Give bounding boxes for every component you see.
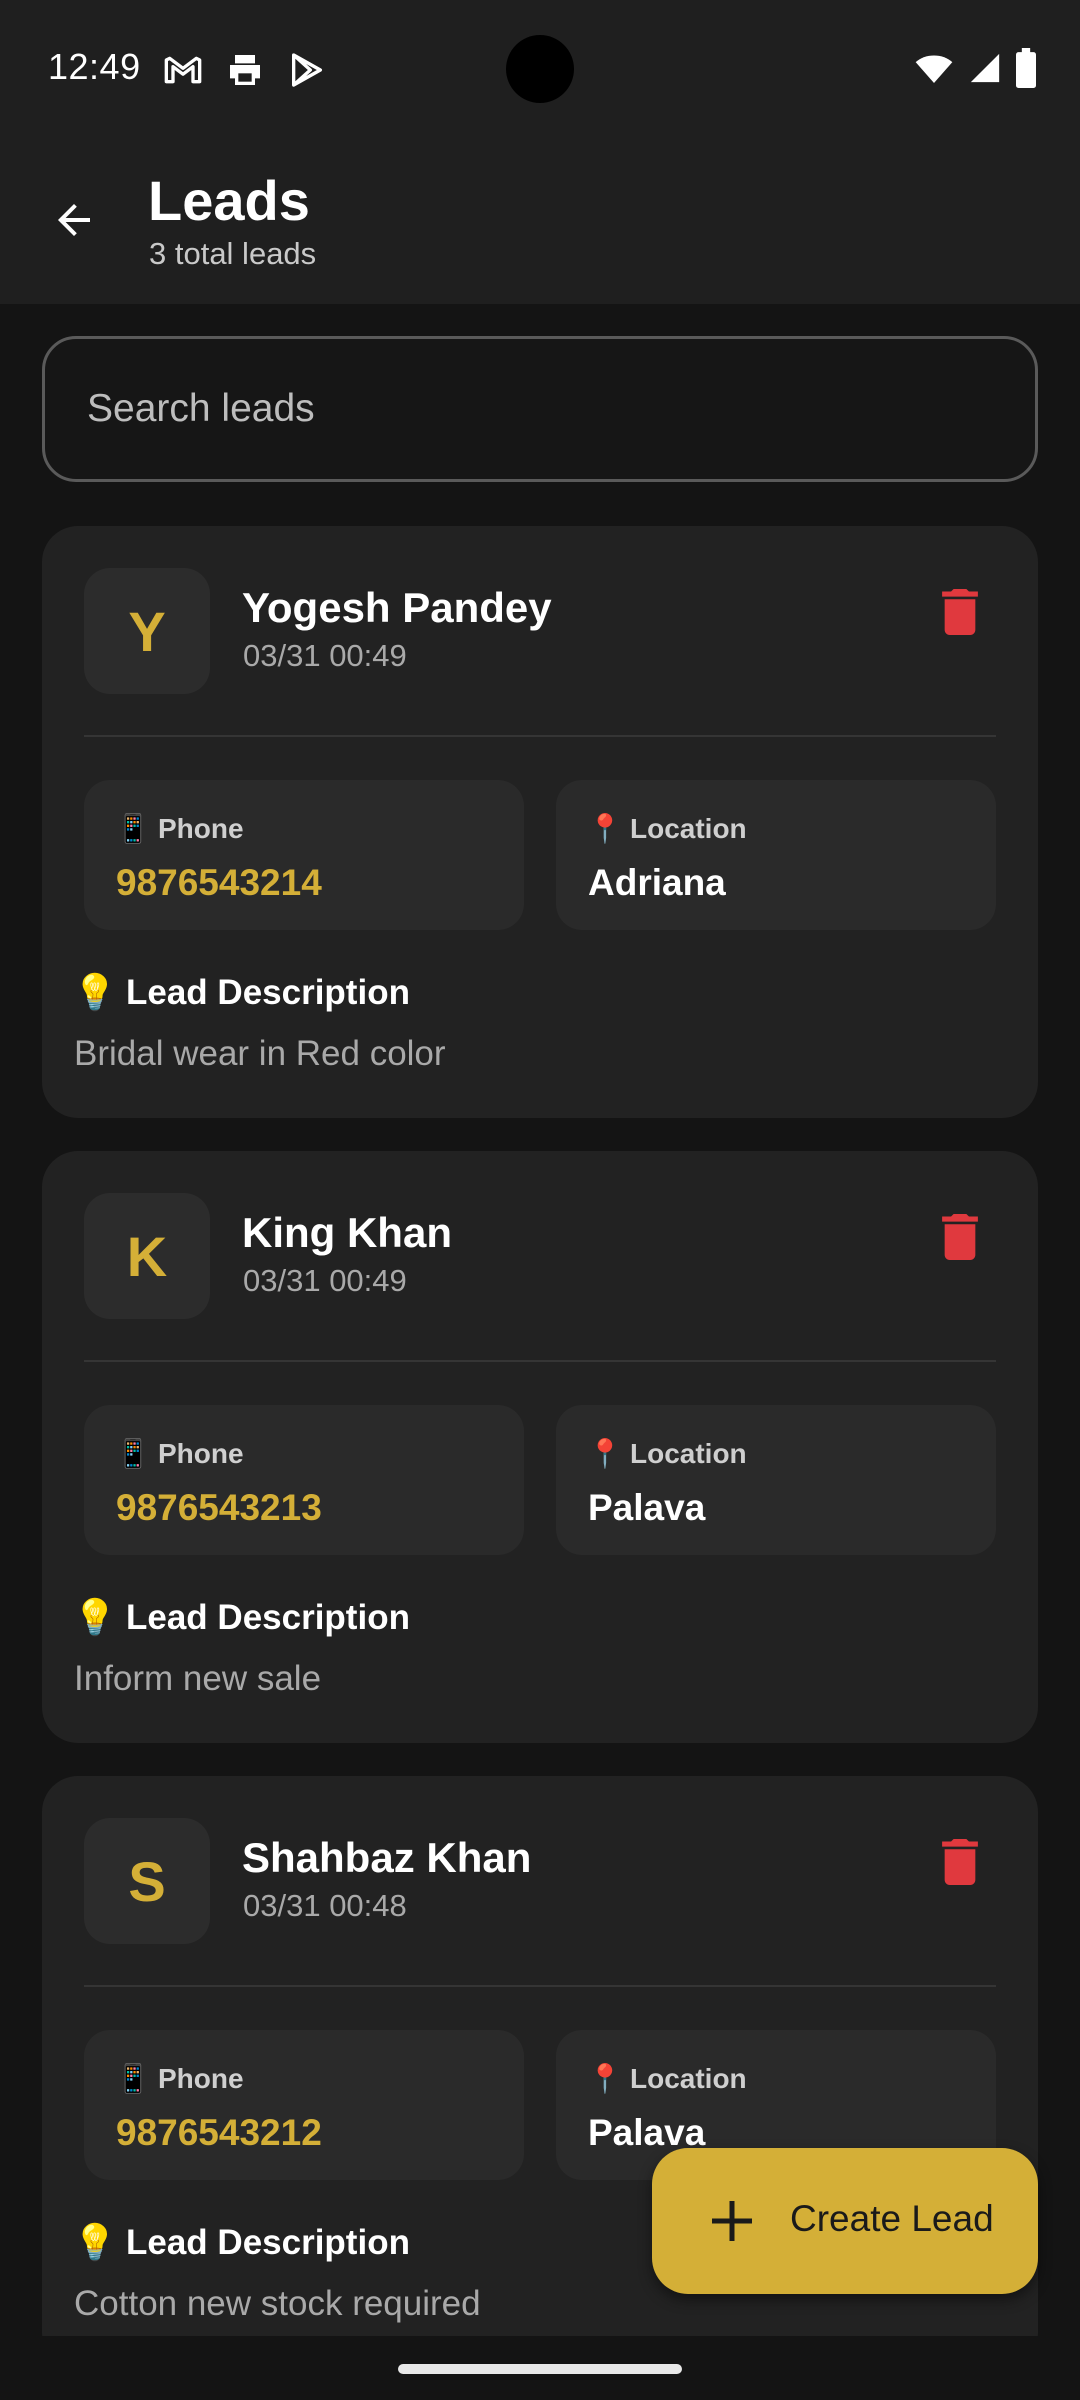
description-title: 💡 Lead Description xyxy=(73,972,410,1013)
lead-date: 03/31 00:49 xyxy=(243,1263,407,1298)
location-value: Adriana xyxy=(588,862,726,903)
signal-icon xyxy=(970,53,1000,83)
app-bar: Leads 3 total leads xyxy=(0,136,1080,304)
description-text: Inform new sale xyxy=(74,1659,322,1698)
phone-label: 📱 Phone xyxy=(116,1437,244,1470)
phone-label-text: Phone xyxy=(158,1437,244,1469)
notification-icons xyxy=(163,50,327,90)
description-title-text: Lead Description xyxy=(126,972,410,1012)
phone-value[interactable]: 9876543212 xyxy=(116,2112,322,2154)
gmail-icon xyxy=(164,56,202,84)
leads-list[interactable]: Y Yogesh Pandey 03/31 00:49 📱 Phone 9876… xyxy=(42,526,1038,2336)
phone-box[interactable]: 📱 Phone 9876543214 xyxy=(84,780,524,930)
plus-icon xyxy=(712,2201,752,2241)
camera-cutout xyxy=(506,35,574,103)
location-pin-icon: 📍 xyxy=(587,1438,623,1469)
lead-date: 03/31 00:49 xyxy=(243,638,407,673)
phone-icon: 📱 xyxy=(115,2063,151,2094)
phone-label-text: Phone xyxy=(158,812,244,844)
lead-name: King Khan xyxy=(242,1209,452,1256)
location-box: 📍 Location Palava xyxy=(556,1405,996,1555)
divider xyxy=(84,735,996,737)
location-box: 📍 Location Adriana xyxy=(556,780,996,930)
page-title: Leads xyxy=(148,169,310,232)
gesture-navigation-bar[interactable] xyxy=(398,2364,682,2374)
system-icons xyxy=(914,48,1036,88)
location-label: 📍 Location xyxy=(588,1437,747,1470)
divider xyxy=(84,1985,996,1987)
delete-button[interactable] xyxy=(930,1832,990,1892)
avatar: K xyxy=(84,1193,210,1319)
location-label-text: Location xyxy=(630,812,747,844)
location-label: 📍 Location xyxy=(588,2062,747,2095)
description-title-text: Lead Description xyxy=(126,1597,410,1637)
phone-icon: 📱 xyxy=(115,813,151,844)
create-lead-button[interactable]: Create Lead xyxy=(652,2148,1038,2294)
trash-icon xyxy=(942,1839,978,1885)
avatar: Y xyxy=(84,568,210,694)
lead-count: 3 total leads xyxy=(149,236,317,271)
phone-value[interactable]: 9876543214 xyxy=(116,862,322,904)
phone-box[interactable]: 📱 Phone 9876543212 xyxy=(84,2030,524,2180)
phone-label: 📱 Phone xyxy=(116,2062,244,2095)
delete-button[interactable] xyxy=(930,1207,990,1267)
play-store-icon xyxy=(292,53,322,87)
phone-box[interactable]: 📱 Phone 9876543213 xyxy=(84,1405,524,1555)
phone-icon: 📱 xyxy=(115,1438,151,1469)
lead-name: Shahbaz Khan xyxy=(242,1834,532,1881)
battery-icon xyxy=(1016,48,1036,88)
phone-label-text: Phone xyxy=(158,2062,244,2094)
lightbulb-icon: 💡 xyxy=(73,2223,117,2262)
lead-name: Yogesh Pandey xyxy=(242,584,552,631)
status-bar: 12:49 xyxy=(0,0,1080,136)
description-text: Bridal wear in Red color xyxy=(74,1034,446,1073)
back-button[interactable] xyxy=(38,184,110,256)
create-lead-label: Create Lead xyxy=(790,2198,994,2239)
description-title: 💡 Lead Description xyxy=(73,1597,410,1638)
lightbulb-icon: 💡 xyxy=(73,973,117,1012)
print-icon xyxy=(230,55,260,85)
location-pin-icon: 📍 xyxy=(587,2063,623,2094)
location-label-text: Location xyxy=(630,1437,747,1469)
location-label-text: Location xyxy=(630,2062,747,2094)
lead-card[interactable]: Y Yogesh Pandey 03/31 00:49 📱 Phone 9876… xyxy=(42,526,1038,1118)
wifi-icon xyxy=(915,55,953,83)
location-pin-icon: 📍 xyxy=(587,813,623,844)
status-time: 12:49 xyxy=(48,46,141,87)
location-label: 📍 Location xyxy=(588,812,747,845)
avatar: S xyxy=(84,1818,210,1944)
lightbulb-icon: 💡 xyxy=(73,1598,117,1637)
phone-label: 📱 Phone xyxy=(116,812,244,845)
description-title-text: Lead Description xyxy=(126,2222,410,2262)
phone-value[interactable]: 9876543213 xyxy=(116,1487,322,1529)
lead-card[interactable]: K King Khan 03/31 00:49 📱 Phone 98765432… xyxy=(42,1151,1038,1743)
lead-date: 03/31 00:48 xyxy=(243,1888,407,1923)
search-field[interactable] xyxy=(42,336,1038,482)
description-title: 💡 Lead Description xyxy=(73,2222,410,2263)
location-value: Palava xyxy=(588,1487,706,1528)
divider xyxy=(84,1360,996,1362)
delete-button[interactable] xyxy=(930,582,990,642)
search-input[interactable] xyxy=(45,339,1035,479)
description-text: Cotton new stock required xyxy=(74,2284,481,2323)
trash-icon xyxy=(942,589,978,635)
arrow-back-icon xyxy=(58,204,90,236)
trash-icon xyxy=(942,1214,978,1260)
